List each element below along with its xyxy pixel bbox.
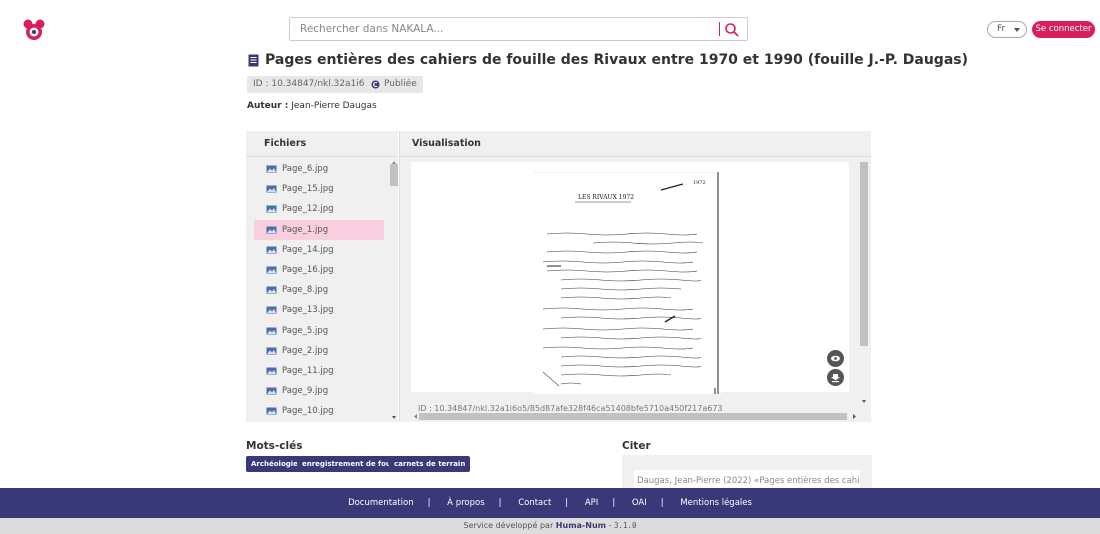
file-name: Page_1.jpg (282, 224, 329, 235)
citation-box: Daugas, Jean-Pierre (2022) «Pages entièr… (622, 455, 872, 492)
file-name: Page_9.jpg (282, 386, 329, 397)
footer-link-contact[interactable]: Contact (518, 498, 551, 508)
footer-link-api[interactable]: API (585, 498, 598, 508)
file-list-item[interactable]: Page_10.jpg (254, 401, 384, 421)
author-line: Auteur : Jean-Pierre Daugas (247, 101, 377, 111)
service-org-link[interactable]: Huma-Num (556, 521, 606, 530)
version-label: 3.1.0 (613, 521, 637, 530)
file-name: Page_16.jpg (282, 265, 334, 276)
image-file-icon (266, 306, 277, 314)
record-title: Pages entières des cahiers de fouille de… (265, 52, 968, 68)
search-icon[interactable] (724, 22, 740, 38)
search-input[interactable] (290, 18, 710, 40)
top-bar: Fr Se connecter (0, 0, 1100, 58)
viewer-scrollbar[interactable] (858, 162, 870, 406)
language-label: Fr (997, 24, 1006, 34)
divider (246, 156, 398, 157)
image-file-icon (266, 387, 277, 395)
file-list-item[interactable]: Page_15.jpg (254, 179, 384, 199)
service-bar: Service développé par Huma-Num - 3.1.0 (0, 518, 1100, 534)
file-name: Page_11.jpg (282, 365, 334, 376)
doc-date: 1972 (693, 180, 706, 186)
footer-link-legal[interactable]: Mentions légales (680, 498, 752, 508)
nakala-logo[interactable] (22, 18, 46, 42)
image-file-icon (266, 266, 277, 274)
divider (400, 156, 872, 157)
file-list-item[interactable]: Page_9.jpg (254, 381, 384, 401)
image-file-icon (266, 185, 277, 193)
file-list-item[interactable]: Page_6.jpg (254, 159, 384, 179)
login-button[interactable]: Se connecter (1032, 21, 1095, 38)
footer-nav: Documentation | À propos | Contact | API | O… (0, 488, 1100, 518)
file-name: Page_12.jpg (282, 204, 334, 215)
file-list: Page_6.jpg Page_15.jpg Page_12.jpg Page_1.j… (254, 159, 384, 421)
file-list-item[interactable]: Page_12.jpg (254, 199, 384, 219)
file-name: Page_10.jpg (282, 406, 334, 417)
status-label: Publiée (384, 79, 417, 89)
file-list-item[interactable]: Page_1.jpg (254, 219, 384, 240)
image-file-icon (266, 205, 277, 213)
keyword-tag[interactable]: Archéologie (246, 456, 303, 472)
search-box (289, 17, 748, 41)
file-name: Page_6.jpg (282, 164, 329, 175)
image-file-icon (266, 226, 277, 234)
file-name: Page_8.jpg (282, 285, 329, 296)
published-icon (371, 80, 380, 89)
file-name: Page_14.jpg (282, 244, 334, 255)
file-list-item[interactable]: Page_14.jpg (254, 240, 384, 260)
image-file-icon (266, 165, 277, 173)
file-name: Page_2.jpg (282, 345, 329, 356)
file-list-item[interactable]: Page_13.jpg (254, 300, 384, 320)
keywords-title: Mots-clés (246, 440, 303, 452)
file-list-item[interactable]: Page_16.jpg (254, 260, 384, 280)
notebook-page-image: LES RIVAUX 1972 1972 (533, 172, 721, 394)
download-button[interactable] (827, 369, 844, 386)
visualisation-header: Visualisation (412, 138, 481, 149)
files-panel: Fichiers Page_6.jpg Page_15.jpg Page_12.jp… (246, 131, 398, 422)
service-text: Service développé par (463, 521, 554, 530)
file-name: Page_15.jpg (282, 184, 334, 195)
download-icon (831, 374, 840, 383)
author-label: Auteur : (247, 101, 289, 111)
image-file-icon (266, 407, 277, 415)
image-file-icon (266, 286, 277, 294)
file-list-item[interactable]: Page_5.jpg (254, 321, 384, 341)
page-title: Pages entières des cahiers de fouille de… (248, 52, 968, 68)
files-header: Fichiers (264, 138, 307, 149)
author-name: Jean-Pierre Daugas (291, 101, 377, 111)
status-badge: Publiée (365, 76, 423, 93)
image-file-icon (266, 327, 277, 335)
doc-heading: LES RIVAUX 1972 (578, 194, 634, 201)
keyword-tag[interactable]: carnets de terrain (389, 456, 471, 472)
file-name: Page_5.jpg (282, 325, 329, 336)
file-name: Page_13.jpg (282, 305, 334, 316)
viewer-horizontal-scrollbar[interactable] (411, 412, 859, 421)
footer-link-documentation[interactable]: Documentation (348, 498, 414, 508)
file-list-item[interactable]: Page_2.jpg (254, 341, 384, 361)
language-selector[interactable]: Fr (987, 21, 1027, 38)
image-file-icon (266, 246, 277, 254)
file-list-item[interactable]: Page_8.jpg (254, 280, 384, 300)
document-icon (248, 54, 259, 66)
file-list-scrollbar[interactable] (390, 159, 398, 421)
image-file-icon (266, 367, 277, 375)
footer-link-oai[interactable]: OAI (632, 498, 647, 508)
image-viewer[interactable]: LES RIVAUX 1972 1972 (411, 162, 849, 394)
cite-title: Citer (622, 440, 651, 452)
chevron-down-icon (1014, 28, 1020, 32)
eye-icon (831, 355, 840, 362)
footer-link-about[interactable]: À propos (447, 498, 484, 508)
file-list-item[interactable]: Page_11.jpg (254, 361, 384, 381)
identifier-badge: ID : 10.34847/nkl.32a1i6o5 (247, 76, 382, 93)
image-file-icon (266, 347, 277, 355)
view-button[interactable] (827, 350, 844, 367)
search-separator (719, 22, 720, 36)
